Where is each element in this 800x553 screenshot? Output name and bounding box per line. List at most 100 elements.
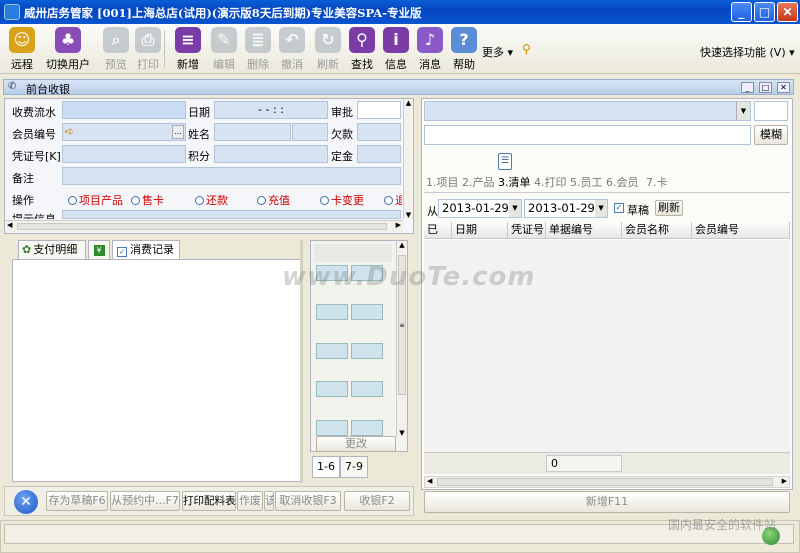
chevron-down-icon[interactable]: ▼ xyxy=(595,200,607,217)
op-radio-project[interactable]: 项目产品 xyxy=(68,192,123,208)
edit-button[interactable]: ✎ 编辑 xyxy=(206,26,242,72)
op-radio-repay[interactable]: 还款 xyxy=(195,192,228,208)
print-ingredients-button[interactable]: 打印配料表 xyxy=(182,491,236,511)
grid-item[interactable] xyxy=(351,304,383,320)
col-header-date[interactable]: 日期 xyxy=(452,222,508,239)
date-field[interactable]: - - : : xyxy=(214,101,328,119)
undo-button[interactable]: ↶ 撤消 xyxy=(274,26,310,72)
quick-select-menu[interactable]: 快速选择功能 (V) ▾ xyxy=(700,44,795,60)
date-label: 日期 xyxy=(188,106,210,119)
switch-user-button[interactable]: ♣ 切换用户 xyxy=(42,26,94,72)
col-header-done[interactable]: 已 xyxy=(424,222,452,239)
chevron-down-icon[interactable]: ▼ xyxy=(509,200,521,217)
col-header-voucher[interactable]: 凭证号 xyxy=(508,222,546,239)
message-button[interactable]: ♪ 消息 xyxy=(412,26,448,72)
step-product[interactable]: 2.产品 xyxy=(462,176,495,189)
op-radio-refund[interactable]: 退 xyxy=(384,192,402,208)
minimize-button[interactable]: _ xyxy=(731,2,752,22)
grid-item[interactable] xyxy=(316,381,348,397)
op-radio-sell-card[interactable]: 售卡 xyxy=(131,192,164,208)
points-field[interactable] xyxy=(214,145,328,163)
col-header-member-no[interactable]: 会员编号 xyxy=(692,222,790,239)
serial-field[interactable] xyxy=(62,101,186,119)
date-to-input[interactable]: 2013-01-29 ▼ xyxy=(524,199,608,218)
toolbar-label: 打印 xyxy=(137,58,159,71)
remark-field[interactable] xyxy=(62,167,401,185)
refresh-button[interactable]: 刷新 xyxy=(655,200,683,216)
section-minimize-button[interactable]: _ xyxy=(741,82,754,93)
col-header-member-name[interactable]: 会员名称 xyxy=(622,222,692,239)
close-button[interactable]: ✕ xyxy=(777,2,798,22)
info-icon: i xyxy=(383,27,409,53)
money-icon: ¥ xyxy=(93,245,105,256)
step-list[interactable]: 3.清单 xyxy=(498,176,531,189)
step-staff[interactable]: 5.员工 xyxy=(570,176,603,189)
step-card[interactable]: 7.卡 xyxy=(646,176,668,189)
chevron-down-icon[interactable]: ▼ xyxy=(736,102,750,120)
form-hscroll[interactable]: ◀ ▶ xyxy=(5,220,403,232)
form-vscroll[interactable]: ▲ ▼ xyxy=(403,99,413,219)
tab-payment-detail[interactable]: ✿ 支付明细 xyxy=(18,240,86,260)
grid-item[interactable] xyxy=(316,420,348,436)
toolbar: ☺ 远程 ♣ 切换用户 ⌕ 预览 ⎙ 打印 ≡ 新增 ✎ 编辑 ≣ 删除 ↶ 撤消 ↻ 刷新 ⚲ 查找 i 信息 ♪ 消息? 帮… xyxy=(0,24,800,74)
remote-button[interactable]: ☺ 远程 xyxy=(4,26,40,72)
table-footer: 0 xyxy=(424,452,790,474)
preview-button[interactable]: ⌕ 预览 xyxy=(98,26,134,72)
fuzzy-button[interactable]: 模糊 xyxy=(754,125,788,145)
owe-field[interactable] xyxy=(357,123,401,141)
grid-item[interactable] xyxy=(351,420,383,436)
name-extra-field[interactable] xyxy=(292,123,328,141)
title-bar: 威卅店务管家 [001]上海总店(试用)(演示版8天后到期)专业美容SPA-专业… xyxy=(0,0,800,24)
checkout-button[interactable]: 收银F2 xyxy=(344,491,410,511)
print-button[interactable]: ⎙ 打印 xyxy=(130,26,166,72)
step-member[interactable]: 6.会员 xyxy=(606,176,639,189)
section-restore-button[interactable]: □ xyxy=(759,82,772,93)
find-button[interactable]: ⚲ 查找 xyxy=(344,26,380,72)
delete-button[interactable]: ≣ 删除 xyxy=(240,26,276,72)
deposit-field[interactable] xyxy=(357,145,401,163)
cancel-checkout-button[interactable]: 取消收银F3 xyxy=(275,491,341,511)
search-icon[interactable]: ⚲ xyxy=(522,42,531,56)
top-selector[interactable]: ▼ xyxy=(424,101,751,121)
date-from-input[interactable]: 2013-01-29 ▼ xyxy=(438,199,522,218)
op-radio-card-change[interactable]: 卡变更 xyxy=(320,192,364,208)
save-draft-button[interactable]: 存为草稿F6 xyxy=(46,491,108,511)
maximize-button[interactable]: □ xyxy=(754,2,775,22)
tab-consume-record[interactable]: ✓ 消费记录 xyxy=(112,240,180,260)
tab-items-1-6[interactable]: 1-6 xyxy=(312,456,340,478)
section-close-button[interactable]: ✕ xyxy=(777,82,790,93)
approve-field[interactable] xyxy=(357,101,401,119)
cancel-x-icon[interactable]: ✕ xyxy=(14,490,38,514)
add-button[interactable]: ≡ 新增 xyxy=(170,26,206,72)
from-appointment-button[interactable]: 从预约中...F7 xyxy=(110,491,180,511)
grid-item[interactable] xyxy=(351,381,383,397)
member-field[interactable]: ➪ … xyxy=(62,123,186,141)
grid-item[interactable] xyxy=(316,343,348,359)
col-header-doc-no[interactable]: 单据编号 xyxy=(546,222,622,239)
change-button[interactable]: 更改 xyxy=(316,436,396,452)
points-label: 积分 xyxy=(188,150,210,163)
op-radio-recharge[interactable]: 充值 xyxy=(257,192,290,208)
tab-money[interactable]: ¥ xyxy=(88,240,110,260)
void-button[interactable]: 作废 xyxy=(237,491,263,511)
grid-item[interactable] xyxy=(316,304,348,320)
help-icon: ? xyxy=(451,27,477,53)
more-menu[interactable]: 更多 ▾ xyxy=(482,44,513,60)
step-print[interactable]: 4.打印 xyxy=(534,176,567,189)
info-button[interactable]: i 信息 xyxy=(378,26,414,72)
name-field[interactable] xyxy=(214,123,291,141)
step-project[interactable]: 1.项目 xyxy=(426,176,459,189)
clip-button[interactable]: 该 xyxy=(264,491,274,511)
top-selector-extra[interactable] xyxy=(754,101,788,121)
fuzzy-search-input[interactable] xyxy=(424,125,751,145)
tab-items-7-9[interactable]: 7-9 xyxy=(340,456,368,478)
voucher-field[interactable] xyxy=(62,145,186,163)
new-f11-button[interactable]: 新增F11 xyxy=(424,491,790,513)
draft-checkbox[interactable]: ✓ xyxy=(614,203,624,213)
refresh-button[interactable]: ↻ 刷新 xyxy=(310,26,346,72)
help-button[interactable]: ? 帮助 xyxy=(446,26,482,72)
table-hscroll[interactable]: ◀ ▶ xyxy=(424,476,790,488)
grid-item[interactable] xyxy=(351,343,383,359)
add-icon: ≡ xyxy=(175,27,201,53)
member-lookup-button[interactable]: … xyxy=(172,125,184,139)
